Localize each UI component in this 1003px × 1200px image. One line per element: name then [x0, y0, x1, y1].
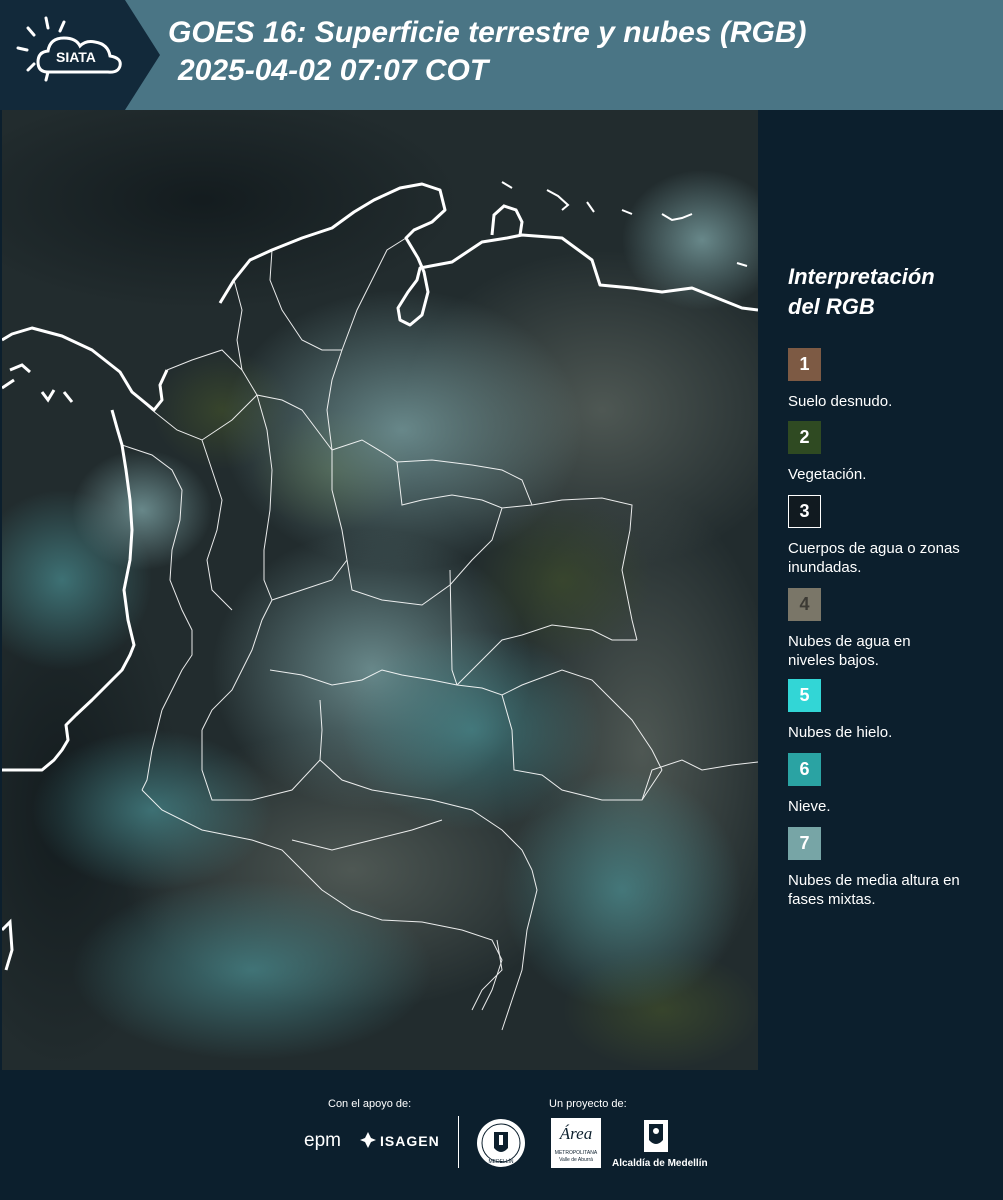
medellin-seal-text: MEDELLÍN [488, 1158, 513, 1165]
siata-logo: SIATA [0, 0, 160, 110]
footer-divider [458, 1116, 459, 1168]
legend-item-low-clouds: 4 Nubes de agua en niveles bajos. [788, 588, 998, 670]
legend-swatch-5: 5 [788, 679, 821, 712]
satellite-map [2, 110, 758, 1070]
page-title: GOES 16: Superficie terrestre y nubes (R… [168, 14, 807, 90]
support-label: Con el apoyo de: [328, 1098, 412, 1110]
title-line-1: GOES 16: Superficie terrestre y nubes (R… [168, 16, 807, 49]
legend-swatch-3: 3 [788, 495, 821, 528]
legend-label-1: Suelo desnudo. [788, 393, 893, 410]
legend-item-snow: 6 Nieve. [788, 753, 998, 816]
isagen-icon [360, 1132, 376, 1148]
area-metropolitana-logo: Área METROPOLITANA Valle de Aburrá [551, 1118, 601, 1168]
legend-item-bare-soil: 1 Suelo desnudo. [788, 348, 998, 411]
legend-swatch-1: 1 [788, 348, 821, 381]
legend-panel: Interpretación del RGB 1 Suelo desnudo. … [760, 110, 1003, 1070]
legend-swatch-2: 2 [788, 421, 821, 454]
title-line-2: 2025-04-02 07:07 COT [178, 54, 489, 87]
project-label: Un proyecto de: [549, 1098, 627, 1110]
area-metro-sub2: Valle de Aburrá [559, 1157, 593, 1163]
alcaldia-shield-icon [642, 1118, 670, 1154]
legend-label-3: Cuerpos de agua o zonas inundadas. [788, 540, 960, 576]
alcaldia-medellin-label: Alcaldía de Medellín [612, 1158, 708, 1169]
legend-label-4: Nubes de agua en niveles bajos. [788, 633, 911, 669]
legend-label-5: Nubes de hielo. [788, 724, 893, 741]
area-metro-sub1: METROPOLITANA [554, 1150, 598, 1156]
legend-swatch-7: 7 [788, 827, 821, 860]
legend-label-2: Vegetación. [788, 466, 867, 483]
map-svg [2, 110, 758, 1070]
legend-item-mid-clouds: 7 Nubes de media altura en fases mixtas. [788, 827, 998, 909]
siata-logo-text: SIATA [56, 49, 96, 65]
legend-label-6: Nieve. [788, 798, 831, 815]
legend-title: Interpretación del RGB [788, 264, 935, 319]
legend-item-ice-clouds: 5 Nubes de hielo. [788, 679, 998, 742]
epm-logo: epm [304, 1130, 341, 1151]
legend-swatch-6: 6 [788, 753, 821, 786]
legend-label-7: Nubes de media altura en fases mixtas. [788, 872, 960, 908]
footer: Con el apoyo de: Un proyecto de: epm ISA… [0, 1070, 1003, 1200]
medellin-seal-icon: MEDELLÍN [476, 1118, 526, 1168]
header-bar: SIATA GOES 16: Superficie terrestre y nu… [0, 0, 1003, 110]
legend-swatch-4: 4 [788, 588, 821, 621]
legend-item-vegetation: 2 Vegetación. [788, 421, 998, 484]
legend-item-water: 3 Cuerpos de agua o zonas inundadas. [788, 495, 998, 577]
cloud-cover [222, 290, 582, 570]
isagen-logo: ISAGEN [380, 1133, 440, 1149]
area-metro-main: Área [559, 1124, 593, 1143]
